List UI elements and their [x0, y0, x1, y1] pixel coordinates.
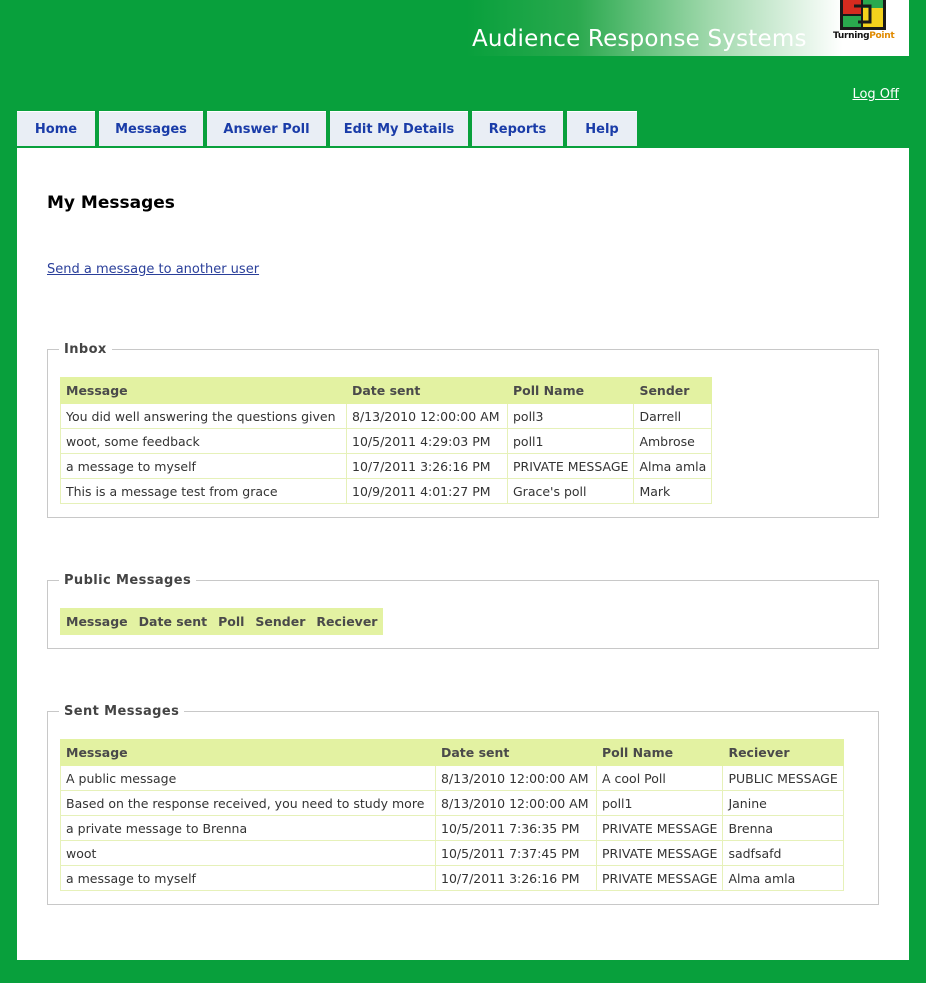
table-row: A public message 8/13/2010 12:00:00 AM A… [60, 765, 844, 791]
cell-date: 10/5/2011 4:29:03 PM [346, 428, 508, 454]
cell-receiver: PUBLIC MESSAGE [722, 765, 844, 791]
table-header-row: Message Date sent Poll Name Reciever [60, 739, 844, 766]
cell-receiver: Brenna [722, 815, 844, 841]
column-header: Reciever [722, 739, 844, 766]
cell-receiver: Alma amla [722, 865, 844, 891]
tab-help[interactable]: Help [567, 111, 637, 146]
tab-reports[interactable]: Reports [472, 111, 563, 146]
turningpoint-logo: TurningPoint [828, 0, 898, 48]
tab-edit-my-details[interactable]: Edit My Details [330, 111, 468, 146]
cell-date: 10/7/2011 3:26:16 PM [435, 865, 597, 891]
inbox-table: Message Date sent Poll Name Sender You d… [60, 377, 713, 504]
column-header: Message [60, 377, 347, 404]
cell-message: A public message [60, 765, 436, 791]
table-row: You did well answering the questions giv… [60, 403, 713, 429]
cell-date: 10/5/2011 7:37:45 PM [435, 840, 597, 866]
cell-poll: poll1 [595, 790, 724, 816]
cell-date: 8/13/2010 12:00:00 AM [435, 790, 597, 816]
cell-poll: PRIVATE MESSAGE [595, 815, 724, 841]
cell-poll: PRIVATE MESSAGE [595, 840, 724, 866]
cell-poll: poll1 [506, 428, 635, 454]
cell-message: Based on the response received, you need… [60, 790, 436, 816]
table-row: woot, some feedback 10/5/2011 4:29:03 PM… [60, 428, 713, 454]
table-header-row: Message Date sent Poll Sender Reciever [60, 608, 384, 635]
column-header: Sender [633, 377, 713, 404]
tab-messages[interactable]: Messages [99, 111, 203, 146]
app-title: Audience Response Systems [472, 26, 807, 52]
cell-poll: poll3 [506, 403, 635, 429]
column-header: Message [60, 608, 134, 635]
page-title: My Messages [47, 193, 175, 213]
cell-message: a private message to Brenna [60, 815, 436, 841]
cell-receiver: Janine [722, 790, 844, 816]
column-header: Poll [212, 608, 251, 635]
table-row: woot 10/5/2011 7:37:45 PM PRIVATE MESSAG… [60, 840, 844, 866]
table-row: a message to myself 10/7/2011 3:26:16 PM… [60, 865, 844, 891]
cell-poll: A cool Poll [595, 765, 724, 791]
cell-sender: Alma amla [633, 453, 713, 479]
logo-mark-icon [840, 0, 886, 30]
cell-poll: PRIVATE MESSAGE [595, 865, 724, 891]
tab-answer-poll[interactable]: Answer Poll [207, 111, 326, 146]
cell-receiver: sadfsafd [722, 840, 844, 866]
cell-sender: Darrell [633, 403, 713, 429]
logoff-link[interactable]: Log Off [852, 87, 899, 102]
logo-wordmark: TurningPoint [833, 31, 895, 41]
column-header: Reciever [310, 608, 384, 635]
cell-sender: Ambrose [633, 428, 713, 454]
cell-message: a message to myself [60, 865, 436, 891]
table-header-row: Message Date sent Poll Name Sender [60, 377, 713, 404]
sent-messages-legend: Sent Messages [64, 704, 180, 719]
table-row: Based on the response received, you need… [60, 790, 844, 816]
column-header: Date sent [132, 608, 214, 635]
cell-sender: Mark [633, 478, 713, 504]
column-header: Poll Name [506, 377, 635, 404]
main-content: My Messages Send a message to another us… [17, 148, 909, 960]
column-header: Poll Name [595, 739, 724, 766]
column-header: Sender [249, 608, 312, 635]
tab-home[interactable]: Home [17, 111, 95, 146]
cell-poll: PRIVATE MESSAGE [506, 453, 635, 479]
public-messages-legend: Public Messages [64, 573, 192, 588]
public-messages-table: Message Date sent Poll Sender Reciever [60, 608, 384, 635]
cell-message: woot [60, 840, 436, 866]
cell-date: 8/13/2010 12:00:00 AM [346, 403, 508, 429]
cell-date: 10/9/2011 4:01:27 PM [346, 478, 508, 504]
inbox-legend: Inbox [64, 342, 107, 357]
cell-date: 8/13/2010 12:00:00 AM [435, 765, 597, 791]
send-message-link[interactable]: Send a message to another user [47, 262, 259, 277]
column-header: Date sent [346, 377, 508, 404]
cell-message: This is a message test from grace [60, 478, 347, 504]
column-header: Message [60, 739, 436, 766]
cell-message: You did well answering the questions giv… [60, 403, 347, 429]
cell-date: 10/7/2011 3:26:16 PM [346, 453, 508, 479]
cell-poll: Grace's poll [506, 478, 635, 504]
cell-message: woot, some feedback [60, 428, 347, 454]
table-row: This is a message test from grace 10/9/2… [60, 478, 713, 504]
sent-messages-table: Message Date sent Poll Name Reciever A p… [60, 739, 844, 891]
cell-date: 10/5/2011 7:36:35 PM [435, 815, 597, 841]
table-row: a message to myself 10/7/2011 3:26:16 PM… [60, 453, 713, 479]
cell-message: a message to myself [60, 453, 347, 479]
column-header: Date sent [435, 739, 597, 766]
table-row: a private message to Brenna 10/5/2011 7:… [60, 815, 844, 841]
